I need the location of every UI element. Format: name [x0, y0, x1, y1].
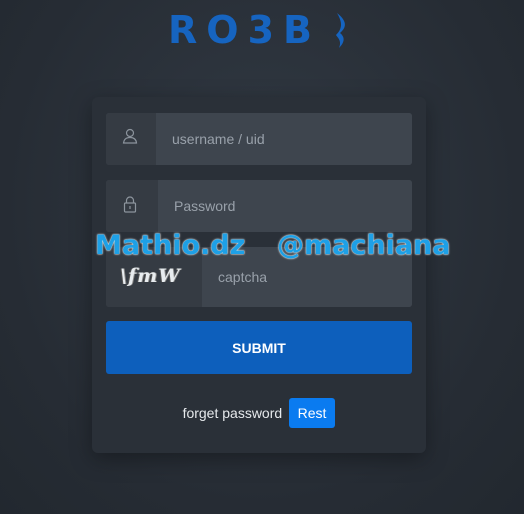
forget-password-label: forget password [182, 405, 283, 421]
username-field-group [106, 113, 412, 165]
watermark-left: Mathio.dz [95, 230, 246, 261]
logo-text: RO3B [168, 8, 321, 52]
password-addon [106, 180, 158, 232]
user-icon [122, 128, 138, 144]
watermark-right: @machiana [277, 230, 451, 261]
forget-password-row: forget password Rest [92, 398, 426, 429]
password-input[interactable] [158, 180, 412, 232]
username-input[interactable] [156, 113, 412, 165]
login-card: \fmW SUBMIT forget password Rest [92, 97, 426, 453]
password-field-group [106, 180, 412, 232]
submit-button[interactable]: SUBMIT [106, 321, 412, 374]
brand-logo: RO3B [168, 10, 352, 50]
lock-icon [123, 196, 137, 213]
username-addon [106, 113, 156, 165]
flame-icon [336, 13, 345, 48]
watermark: Mathio.dz @machiana [95, 230, 515, 270]
rest-button[interactable]: Rest [288, 398, 336, 428]
